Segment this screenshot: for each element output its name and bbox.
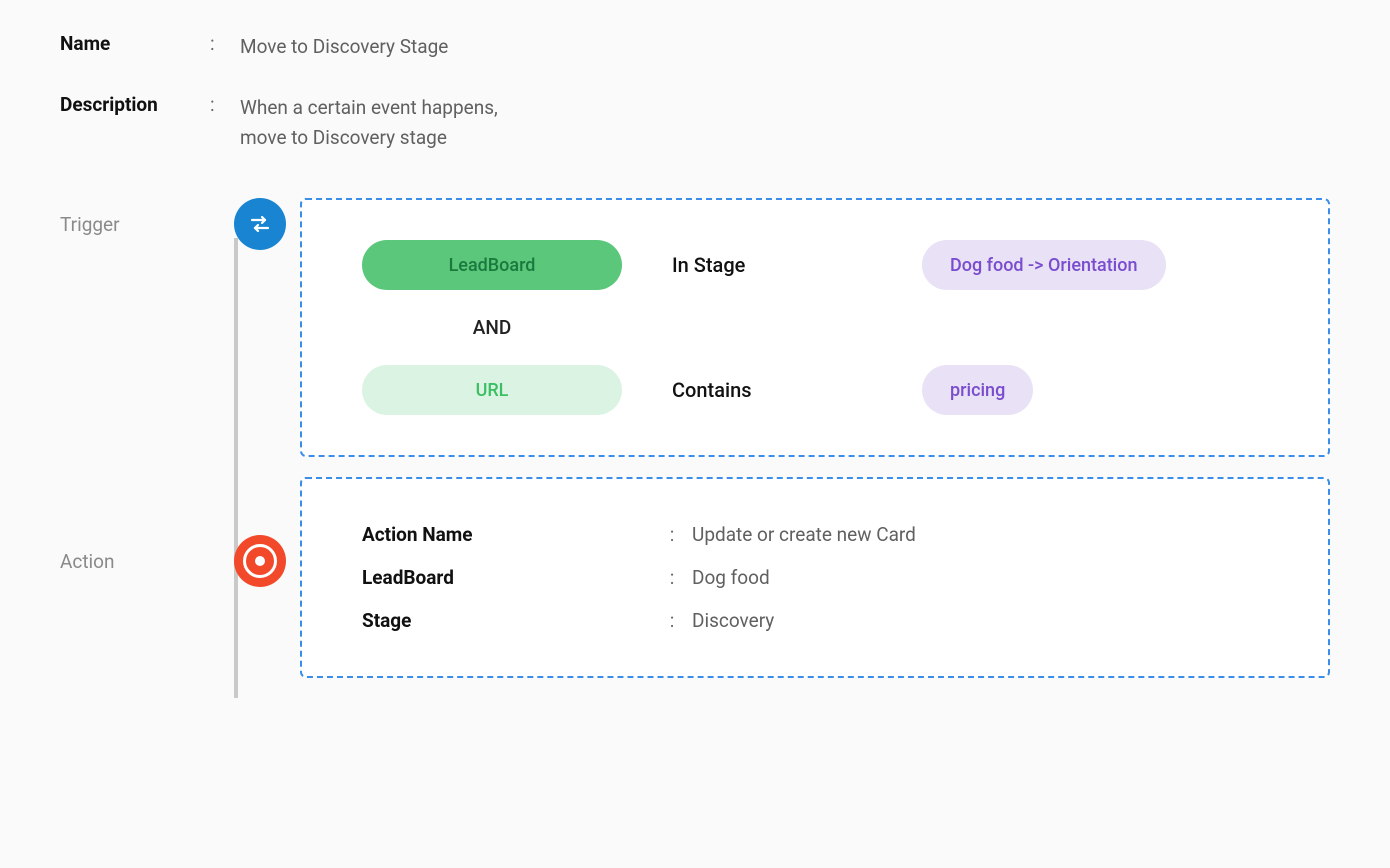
colon: : [210, 89, 240, 116]
action-field-label: Stage [362, 609, 652, 632]
colon: : [210, 28, 240, 55]
condition-join: AND [402, 316, 582, 339]
workflow-card-column: LeadBoard In Stage Dog food -> Orientati… [300, 198, 1330, 698]
workflow-node-column: Trigger Action [60, 198, 300, 698]
condition-row: LeadBoard In Stage Dog food -> Orientati… [362, 240, 1268, 290]
colon: : [652, 566, 692, 589]
action-field-label: LeadBoard [362, 566, 652, 589]
action-field-row: Stage : Discovery [362, 599, 1268, 642]
condition-value-pill[interactable]: Dog food -> Orientation [922, 240, 1166, 290]
description-label: Description [60, 89, 210, 116]
condition-value-pill[interactable]: pricing [922, 365, 1033, 415]
name-value: Move to Discovery Stage [240, 28, 448, 61]
action-field-value: Update or create new Card [692, 523, 1268, 546]
condition-operator: In Stage [672, 253, 872, 277]
trigger-label: Trigger [60, 213, 120, 236]
trigger-card[interactable]: LeadBoard In Stage Dog food -> Orientati… [300, 198, 1330, 457]
action-card[interactable]: Action Name : Update or create new Card … [300, 477, 1330, 678]
action-field-row: Action Name : Update or create new Card [362, 513, 1268, 556]
action-node[interactable]: Action [60, 535, 300, 587]
swap-icon [234, 198, 286, 250]
description-line-2: move to Discovery stage [240, 126, 447, 149]
action-field-value: Dog food [692, 566, 1268, 589]
condition-subject-pill[interactable]: URL [362, 365, 622, 415]
condition-row: URL Contains pricing [362, 365, 1268, 415]
name-label: Name [60, 28, 210, 55]
description-value: When a certain event happens, move to Di… [240, 89, 498, 152]
condition-operator: Contains [672, 378, 872, 402]
trigger-node[interactable]: Trigger [60, 198, 300, 250]
action-label: Action [60, 550, 115, 573]
field-row-name: Name : Move to Discovery Stage [60, 28, 1330, 61]
action-field-label: Action Name [362, 523, 652, 546]
condition-subject-pill[interactable]: LeadBoard [362, 240, 622, 290]
colon: : [652, 609, 692, 632]
action-field-value: Discovery [692, 609, 1268, 632]
field-row-description: Description : When a certain event happe… [60, 89, 1330, 152]
description-line-1: When a certain event happens, [240, 96, 498, 119]
target-icon [234, 535, 286, 587]
action-field-row: LeadBoard : Dog food [362, 556, 1268, 599]
workflow: Trigger Action LeadBoard In Stage Dog fo… [60, 198, 1330, 698]
colon: : [652, 523, 692, 546]
workflow-connector-line [234, 238, 238, 698]
